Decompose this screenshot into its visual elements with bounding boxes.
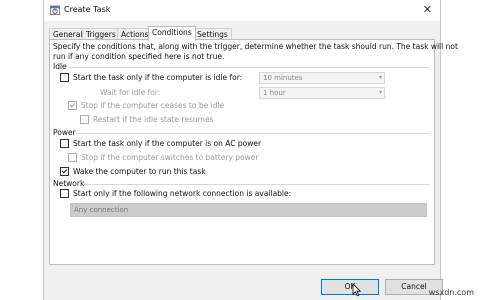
start-if-idle-label: Start the task only if the computer is i… — [73, 73, 243, 82]
idle-heading: Idle — [53, 62, 67, 71]
restart-if-idle-label: Restart if the idle state resumes — [93, 115, 214, 124]
wait-duration-select[interactable]: 1 hour ▾ — [259, 87, 385, 99]
wait-duration-value: 1 hour — [263, 89, 286, 97]
power-heading: Power — [53, 128, 76, 137]
ok-button[interactable]: OK — [321, 279, 379, 295]
wake-computer-label: Wake the computer to run this task — [73, 167, 206, 176]
create-task-dialog: Create Task ✕ General Triggers Actions C… — [43, 0, 458, 300]
wait-for-idle-label: Wait for idle for: — [100, 88, 161, 97]
window-title: Create Task — [64, 5, 111, 14]
stop-if-not-idle-label: Stop if the computer ceases to be idle — [81, 101, 225, 110]
stop-if-not-idle-checkbox[interactable] — [68, 101, 77, 110]
wake-computer-checkbox[interactable] — [60, 167, 69, 176]
chevron-down-icon: ▾ — [378, 89, 382, 96]
chevron-down-icon: ▾ — [378, 74, 382, 81]
title-bar: Create Task ✕ — [44, 0, 440, 21]
network-connection-label: Start only if the following network conn… — [73, 189, 292, 198]
idle-duration-select[interactable]: 10 minutes ▾ — [259, 72, 385, 84]
tab-conditions[interactable]: Conditions — [148, 26, 196, 41]
network-connection-select[interactable]: Any connection — [70, 203, 427, 217]
conditions-panel: Specify the conditions that, along with … — [49, 39, 458, 265]
power-divider — [77, 133, 430, 134]
description-line-1: Specify the conditions that, along with … — [53, 42, 458, 51]
description-line-2: run if any condition specified here is n… — [53, 52, 225, 61]
battery-checkbox[interactable] — [68, 153, 77, 162]
mouse-cursor-icon — [352, 283, 362, 297]
idle-divider — [70, 67, 430, 68]
network-connection-checkbox[interactable] — [60, 189, 69, 198]
ac-power-checkbox[interactable] — [60, 139, 69, 148]
close-icon[interactable]: ✕ — [423, 3, 432, 16]
battery-label: Stop if the computer switches to battery… — [81, 153, 259, 162]
tab-strip: General Triggers Actions Conditions Sett… — [44, 26, 440, 41]
start-if-idle-checkbox[interactable] — [60, 73, 69, 82]
network-heading: Network — [53, 179, 85, 188]
restart-if-idle-checkbox[interactable] — [80, 115, 89, 124]
network-connection-value: Any connection — [74, 206, 129, 214]
watermark: wsxdn.com — [428, 288, 474, 297]
idle-duration-value: 10 minutes — [263, 74, 303, 82]
task-scheduler-icon — [50, 5, 60, 15]
network-divider — [84, 184, 430, 185]
ac-power-label: Start the task only if the computer is o… — [73, 139, 262, 148]
